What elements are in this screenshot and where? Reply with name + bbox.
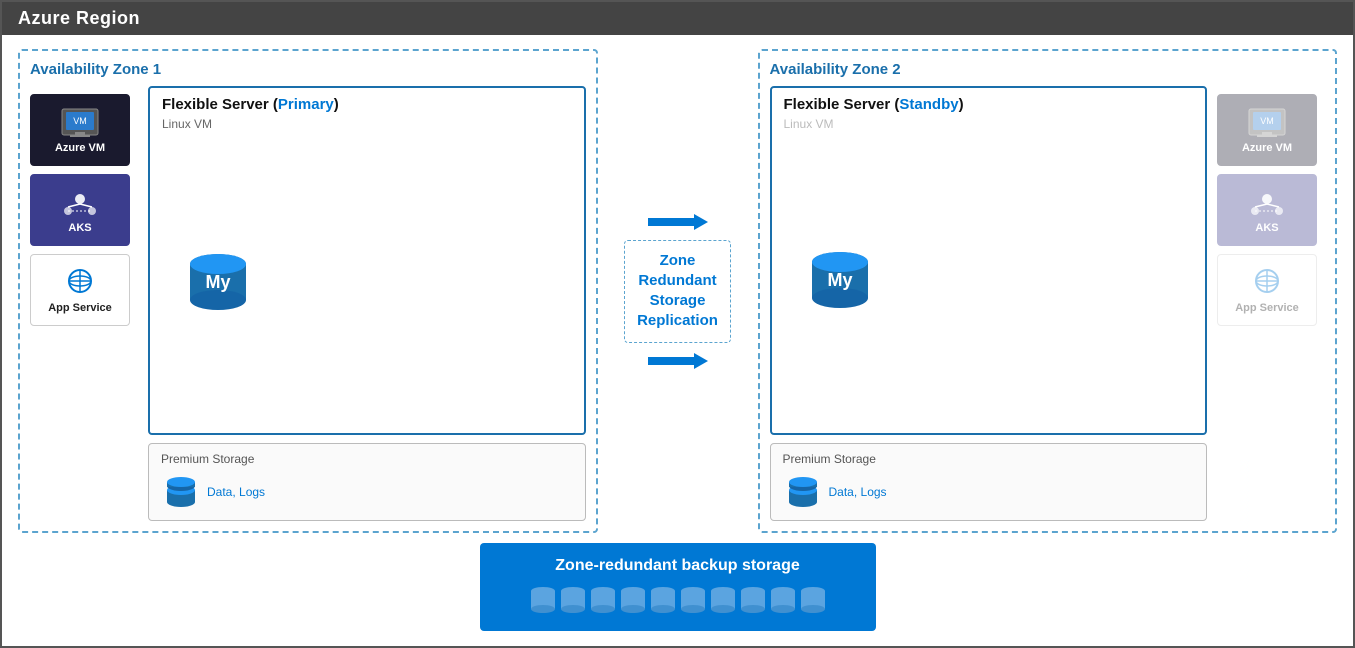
- zone2-azure-vm-label: Azure VM: [1242, 142, 1292, 154]
- zone2-server-title: Flexible Server (Standby): [784, 96, 1194, 113]
- region-title: Azure Region: [18, 8, 140, 28]
- zone1-mysql-container: My: [162, 135, 572, 425]
- svg-text:My: My: [205, 272, 230, 292]
- main-content: Availability Zone 1 VM: [2, 35, 1353, 641]
- zone2-services: VM Azure VM: [1217, 86, 1325, 521]
- zone1-app-service-label: App Service: [48, 302, 112, 314]
- zrs-connector: ZoneRedundantStorageReplication: [598, 49, 758, 533]
- left-to-zrs-arrow: [648, 210, 708, 234]
- svg-text:My: My: [827, 270, 852, 290]
- availability-zone-2: Availability Zone 2 Flexible Server (Sta…: [758, 49, 1338, 533]
- zone1-premium-label: Premium Storage: [161, 452, 573, 466]
- zone2-storage-row: Data, Logs: [783, 472, 1195, 512]
- app-service-icon: [60, 267, 100, 299]
- backup-cylinders: [528, 583, 828, 617]
- zone2-premium-label: Premium Storage: [783, 452, 1195, 466]
- zone1-premium-storage: Premium Storage: [148, 443, 586, 521]
- backup-storage: Zone-redundant backup storage: [480, 543, 876, 631]
- zone1-mysql-icon: My: [182, 244, 254, 316]
- zone2-mysql-container: My: [784, 131, 1194, 425]
- zone1-storage-row: Data, Logs: [161, 472, 573, 512]
- zone2-azure-vm: VM Azure VM: [1217, 94, 1317, 166]
- zone2-server-area: Flexible Server (Standby) Linux VM: [770, 86, 1208, 521]
- backup-storage-icons: [528, 583, 828, 617]
- zrs-to-right-arrow: [648, 349, 708, 373]
- zone1-aks-label: AKS: [68, 222, 91, 234]
- svg-text:VM: VM: [1260, 116, 1274, 126]
- zone1-services: VM Azure VM: [30, 86, 138, 521]
- region-header: Azure Region: [2, 2, 1353, 35]
- zone1-data-logs: Data, Logs: [207, 485, 265, 499]
- zone2-label: Availability Zone 2: [770, 61, 1326, 78]
- backup-section: Zone-redundant backup storage: [18, 533, 1337, 631]
- zone2-standby-label: Standby: [899, 96, 958, 113]
- zone2-app-service: App Service: [1217, 254, 1317, 326]
- zone1-primary-label: Primary: [278, 96, 334, 113]
- zone1-storage-icon: [161, 472, 201, 512]
- zone2-storage-icon: [783, 472, 823, 512]
- arrow-to-zrs: [648, 210, 708, 234]
- zone2-mysql-icon: My: [804, 242, 876, 314]
- zone2-linux-vm: Linux VM: [784, 117, 1194, 131]
- zone1-server-area: Flexible Server (Primary) Linux VM: [148, 86, 586, 521]
- zrs-box: ZoneRedundantStorageReplication: [624, 240, 731, 343]
- zone1-label: Availability Zone 1: [30, 61, 586, 78]
- azure-region: Azure Region Availability Zone 1: [0, 0, 1355, 648]
- aks-icon: [60, 187, 100, 219]
- zone1-server-title: Flexible Server (Primary): [162, 96, 572, 113]
- zone2-aks-label: AKS: [1255, 222, 1278, 234]
- zone1-linux-vm: Linux VM: [162, 117, 572, 131]
- svg-text:VM: VM: [73, 116, 87, 126]
- zone2-app-service-icon: [1247, 267, 1287, 299]
- zone2-azure-vm-icon: VM: [1247, 107, 1287, 139]
- zone2-aks-icon: [1247, 187, 1287, 219]
- zone2-inner: Flexible Server (Standby) Linux VM: [770, 86, 1326, 521]
- arrow-from-zrs: [648, 349, 708, 373]
- zone1-flexible-server: Flexible Server (Primary) Linux VM: [148, 86, 586, 435]
- zone1-azure-vm: VM Azure VM: [30, 94, 130, 166]
- azure-vm-icon: VM: [60, 107, 100, 139]
- availability-zone-1: Availability Zone 1 VM: [18, 49, 598, 533]
- zone1-app-service: App Service: [30, 254, 130, 326]
- zone2-aks: AKS: [1217, 174, 1317, 246]
- zone2-app-service-label: App Service: [1235, 302, 1299, 314]
- backup-title: Zone-redundant backup storage: [555, 557, 799, 575]
- zone1-azure-vm-label: Azure VM: [55, 142, 105, 154]
- zone1-aks: AKS: [30, 174, 130, 246]
- zone2-premium-storage: Premium Storage Data,: [770, 443, 1208, 521]
- zones-container: Availability Zone 1 VM: [18, 49, 1337, 533]
- zone2-data-logs: Data, Logs: [829, 485, 887, 499]
- zone2-flexible-server: Flexible Server (Standby) Linux VM: [770, 86, 1208, 435]
